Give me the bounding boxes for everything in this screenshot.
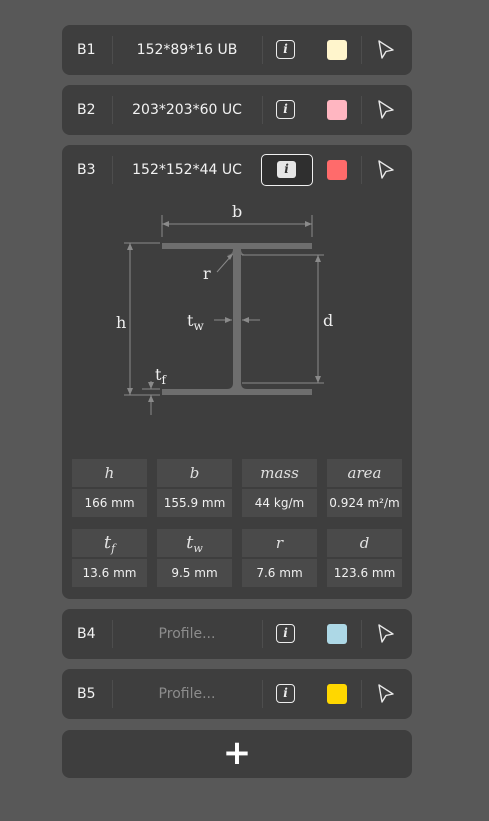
prop-tf: tf 13.6 mm	[72, 529, 147, 587]
prop-value: 7.6 mm	[242, 559, 317, 587]
prop-area: area 0.924 m²/m	[327, 459, 402, 517]
cursor-arrow-icon[interactable]	[376, 159, 396, 181]
prop-label: tf	[72, 529, 147, 557]
color-swatch[interactable]	[327, 100, 347, 120]
label-h: h	[116, 313, 126, 332]
label-tw: tw	[187, 311, 204, 333]
prop-value: 13.6 mm	[72, 559, 147, 587]
color-swatch[interactable]	[327, 624, 347, 644]
beam-row-b5[interactable]: B5 Profile... i	[62, 669, 412, 719]
divider	[262, 620, 263, 648]
divider	[361, 36, 362, 64]
color-swatch[interactable]	[327, 40, 347, 60]
label-r: r	[203, 264, 211, 283]
beam-id: B2	[77, 102, 96, 118]
info-icon[interactable]: i	[276, 624, 295, 643]
add-beam-button[interactable]: +	[62, 730, 412, 778]
i-beam-shape	[162, 243, 312, 395]
prop-label: h	[72, 459, 147, 487]
prop-label: mass	[242, 459, 317, 487]
beam-id: B5	[77, 686, 96, 702]
label-b: b	[232, 202, 242, 221]
prop-value: 123.6 mm	[327, 559, 402, 587]
profile-input[interactable]: Profile...	[113, 669, 261, 719]
prop-h: h 166 mm	[72, 459, 147, 517]
prop-tw: tw 9.5 mm	[157, 529, 232, 587]
beam-row-b1[interactable]: B1 152*89*16 UB i	[62, 25, 412, 75]
prop-mass: mass 44 kg/m	[242, 459, 317, 517]
label-d: d	[323, 311, 333, 330]
info-icon: i	[277, 161, 296, 178]
section-diagram: b h r d tw tf	[116, 202, 333, 415]
prop-value: 9.5 mm	[157, 559, 232, 587]
divider	[262, 36, 263, 64]
beam-id: B4	[77, 626, 96, 642]
info-icon[interactable]: i	[276, 40, 295, 59]
divider	[361, 96, 362, 124]
beam-row-b3[interactable]: B3 152*152*44 UC i b h r d tw tf h 166 m…	[62, 145, 412, 599]
prop-label: area	[327, 459, 402, 487]
prop-label: d	[327, 529, 402, 557]
color-swatch[interactable]	[327, 684, 347, 704]
divider	[361, 620, 362, 648]
prop-label: tw	[157, 529, 232, 557]
plus-icon: +	[222, 733, 252, 773]
prop-label: b	[157, 459, 232, 487]
info-toggle-active[interactable]: i	[261, 154, 313, 186]
profile-input[interactable]: Profile...	[113, 609, 261, 659]
beam-row-b4[interactable]: B4 Profile... i	[62, 609, 412, 659]
prop-label: r	[242, 529, 317, 557]
beam-id: B1	[77, 42, 96, 58]
prop-value: 0.924 m²/m	[327, 489, 402, 517]
cursor-arrow-icon[interactable]	[376, 683, 396, 705]
divider	[262, 680, 263, 708]
prop-value: 166 mm	[72, 489, 147, 517]
label-tf: tf	[155, 365, 167, 387]
beam-row-b2[interactable]: B2 203*203*60 UC i	[62, 85, 412, 135]
cursor-arrow-icon[interactable]	[376, 99, 396, 121]
divider	[361, 680, 362, 708]
profile-field[interactable]: 203*203*60 UC	[113, 85, 261, 135]
profile-field[interactable]: 152*152*44 UC	[113, 145, 261, 195]
divider	[361, 156, 362, 184]
info-icon[interactable]: i	[276, 100, 295, 119]
info-icon[interactable]: i	[276, 684, 295, 703]
prop-b: b 155.9 mm	[157, 459, 232, 517]
divider	[262, 96, 263, 124]
prop-d: d 123.6 mm	[327, 529, 402, 587]
cursor-arrow-icon[interactable]	[376, 39, 396, 61]
beam-id: B3	[77, 162, 96, 178]
prop-r: r 7.6 mm	[242, 529, 317, 587]
prop-value: 155.9 mm	[157, 489, 232, 517]
cursor-arrow-icon[interactable]	[376, 623, 396, 645]
profile-field[interactable]: 152*89*16 UB	[113, 25, 261, 75]
prop-value: 44 kg/m	[242, 489, 317, 517]
color-swatch[interactable]	[327, 160, 347, 180]
